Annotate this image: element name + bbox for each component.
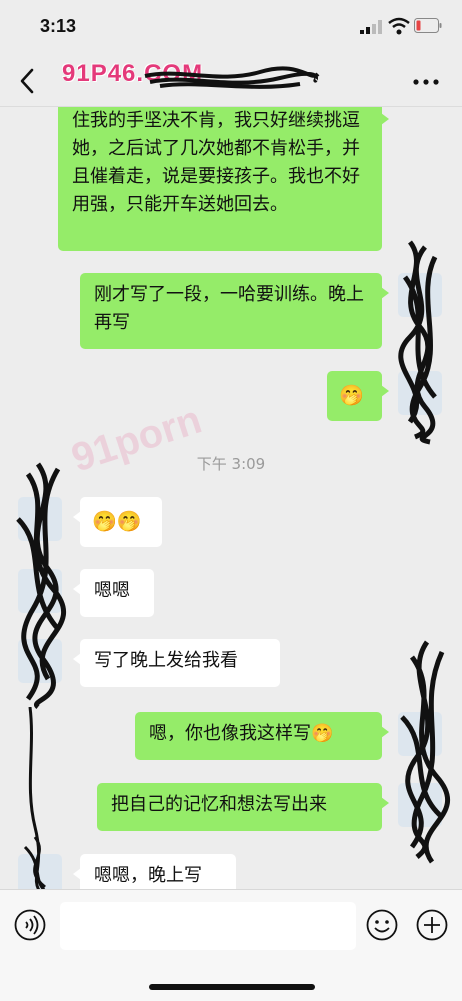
redaction-scribble <box>398 240 438 445</box>
self-avatar[interactable] <box>398 712 442 756</box>
chevron-left-icon[interactable] <box>14 66 42 96</box>
voice-icon[interactable] <box>14 909 46 941</box>
chat-header: 91P46.COM <box>0 56 462 107</box>
chat-messages[interactable]: 住我的手坚决不肯，我只好继续挑逗她，之后试了几次她都不肯松手，并且催着走，说是要… <box>0 107 462 890</box>
plus-icon[interactable] <box>416 909 448 941</box>
message-bubble-theirs[interactable]: 嗯嗯 <box>73 569 154 617</box>
status-bar: 3:13 <box>0 0 462 56</box>
message-bubble-theirs[interactable]: 🤭🤭 <box>73 497 162 547</box>
home-indicator <box>149 984 315 990</box>
message-input[interactable] <box>60 902 356 950</box>
message-bubble-theirs[interactable]: 写了晚上发给我看 <box>73 639 280 687</box>
battery-icon <box>414 18 442 33</box>
message-bubble-mine[interactable]: 🤭 <box>327 371 389 421</box>
message-timestamp: 下午 3:09 <box>196 455 266 473</box>
message-bubble-theirs[interactable]: 嗯嗯，晚上写 <box>73 854 236 890</box>
emoji-icon[interactable] <box>366 909 398 941</box>
self-avatar[interactable] <box>398 371 442 415</box>
self-avatar[interactable] <box>398 783 442 827</box>
wifi-icon <box>388 17 410 35</box>
more-dots-icon[interactable] <box>412 78 440 86</box>
contact-avatar[interactable] <box>18 854 62 890</box>
self-avatar[interactable] <box>398 273 442 317</box>
status-time: 3:13 <box>40 16 77 36</box>
message-bubble-mine[interactable]: 把自己的记忆和想法写出来 <box>97 783 389 831</box>
contact-avatar[interactable] <box>18 569 62 613</box>
message-bubble-mine[interactable]: 住我的手坚决不肯，我只好继续挑逗她，之后试了几次她都不肯松手，并且催着走，说是要… <box>58 107 389 251</box>
input-bar <box>0 889 462 1001</box>
signal-icon <box>360 20 382 34</box>
message-bubble-mine[interactable]: 嗯，你也像我这样写🤭 <box>135 712 389 760</box>
redacted-contact-name <box>144 66 320 89</box>
message-bubble-mine[interactable]: 刚才写了一段，一哈要训练。晚上再写 <box>80 273 389 349</box>
contact-avatar[interactable] <box>18 639 62 683</box>
contact-avatar[interactable] <box>18 497 62 541</box>
